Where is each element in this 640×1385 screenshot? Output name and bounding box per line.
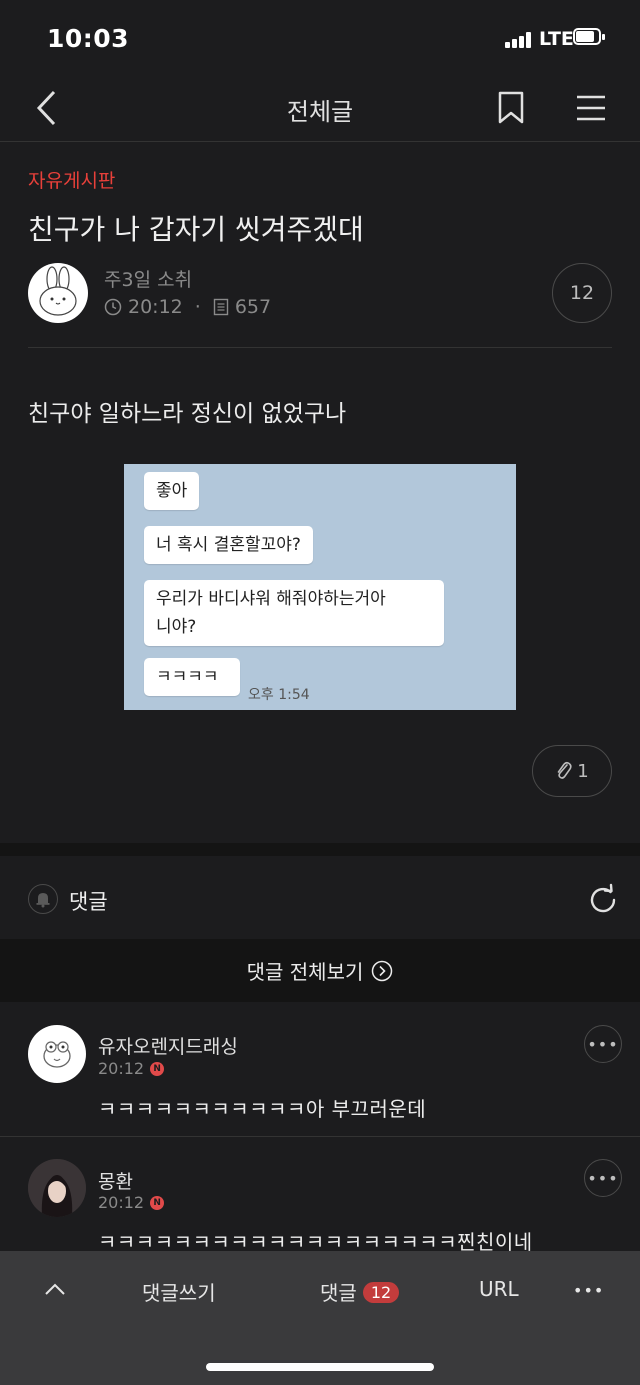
comment-more-button[interactable]: ••• <box>584 1025 622 1063</box>
commenter-name[interactable]: 유자오렌지드래싱 <box>98 1032 238 1059</box>
comment-time: 20:12 <box>98 1059 145 1078</box>
clock-icon <box>104 298 122 316</box>
comments-button[interactable]: 댓글 12 <box>320 1277 400 1306</box>
network-label: LTE <box>539 28 574 50</box>
author-avatar[interactable] <box>28 263 88 323</box>
new-badge: N <box>150 1195 165 1210</box>
view-all-comments-button[interactable]: 댓글 전체보기 <box>0 939 640 1002</box>
comment-more-button[interactable]: ••• <box>584 1159 622 1197</box>
views-icon <box>213 298 229 316</box>
url-button[interactable]: URL <box>479 1277 519 1301</box>
comment-count-button[interactable]: 12 <box>552 263 612 323</box>
chat-bubble: 너 혹시 결혼할꼬야? <box>144 526 313 564</box>
post-time: 20:12 <box>128 296 183 318</box>
comment-time: 20:12 <box>98 1193 145 1212</box>
post-header-divider <box>28 347 612 348</box>
nav-divider <box>0 141 640 142</box>
battery-icon <box>573 28 606 48</box>
menu-icon[interactable] <box>576 94 606 122</box>
comments-section-title: 댓글 <box>69 890 108 914</box>
comments-count-badge: 12 <box>362 1282 400 1303</box>
refresh-icon[interactable] <box>586 883 620 917</box>
chat-timestamp: 오후 1:54 <box>248 687 310 703</box>
view-all-comments-label: 댓글 전체보기 <box>246 960 364 984</box>
comment-text: ㅋㅋㅋㅋㅋㅋㅋㅋㅋㅋㅋ아 부끄러운데 <box>98 1097 427 1121</box>
attachment-button[interactable]: 1 <box>532 745 612 797</box>
comment-meta: 20:12 N <box>98 1193 165 1212</box>
bookmark-icon[interactable] <box>497 91 525 125</box>
comments-button-label: 댓글 <box>320 1281 357 1305</box>
post-views: 657 <box>234 296 272 318</box>
section-separator <box>0 843 640 856</box>
home-indicator[interactable] <box>206 1363 434 1371</box>
paperclip-icon <box>555 760 573 782</box>
commenter-name[interactable]: 몽환 <box>98 1167 133 1194</box>
scroll-top-chevron-icon[interactable] <box>44 1281 66 1297</box>
post-title: 친구가 나 갑자기 씻겨주겠대 <box>28 213 364 246</box>
post-image-chat-screenshot[interactable]: 좋아 너 혹시 결혼할꼬야? 우리가 바디샤워 해줘야하는거아 니야? ㅋㅋㅋㅋ… <box>124 464 516 710</box>
post-meta: 20:12 · 657 <box>104 296 271 318</box>
commenter-avatar[interactable] <box>28 1025 86 1083</box>
more-options-button[interactable]: ••• <box>573 1281 604 1300</box>
meta-separator: · <box>194 296 201 318</box>
new-badge: N <box>150 1061 165 1076</box>
chat-bubble: 좋아 <box>144 472 200 510</box>
chat-bubble: 우리가 바디샤워 해줘야하는거아 니야? <box>144 580 444 646</box>
notification-bell-icon[interactable] <box>28 884 58 914</box>
signal-icon <box>505 32 531 48</box>
comment-divider <box>0 1136 640 1137</box>
page-title: 전체글 <box>286 98 354 126</box>
commenter-avatar[interactable] <box>28 1159 86 1217</box>
chevron-right-circle-icon <box>371 960 393 982</box>
status-time: 10:03 <box>47 24 130 53</box>
post-category-link[interactable]: 자유게시판 <box>28 166 115 193</box>
chat-bubble: ㅋㅋㅋㅋ <box>144 658 240 696</box>
post-body: 친구야 일하느라 정신이 없었구나 <box>28 401 347 427</box>
author-name[interactable]: 주3일 소취 <box>104 265 192 292</box>
write-comment-button[interactable]: 댓글쓰기 <box>142 1277 216 1306</box>
attachment-count: 1 <box>577 760 589 782</box>
comment-meta: 20:12 N <box>98 1059 165 1078</box>
